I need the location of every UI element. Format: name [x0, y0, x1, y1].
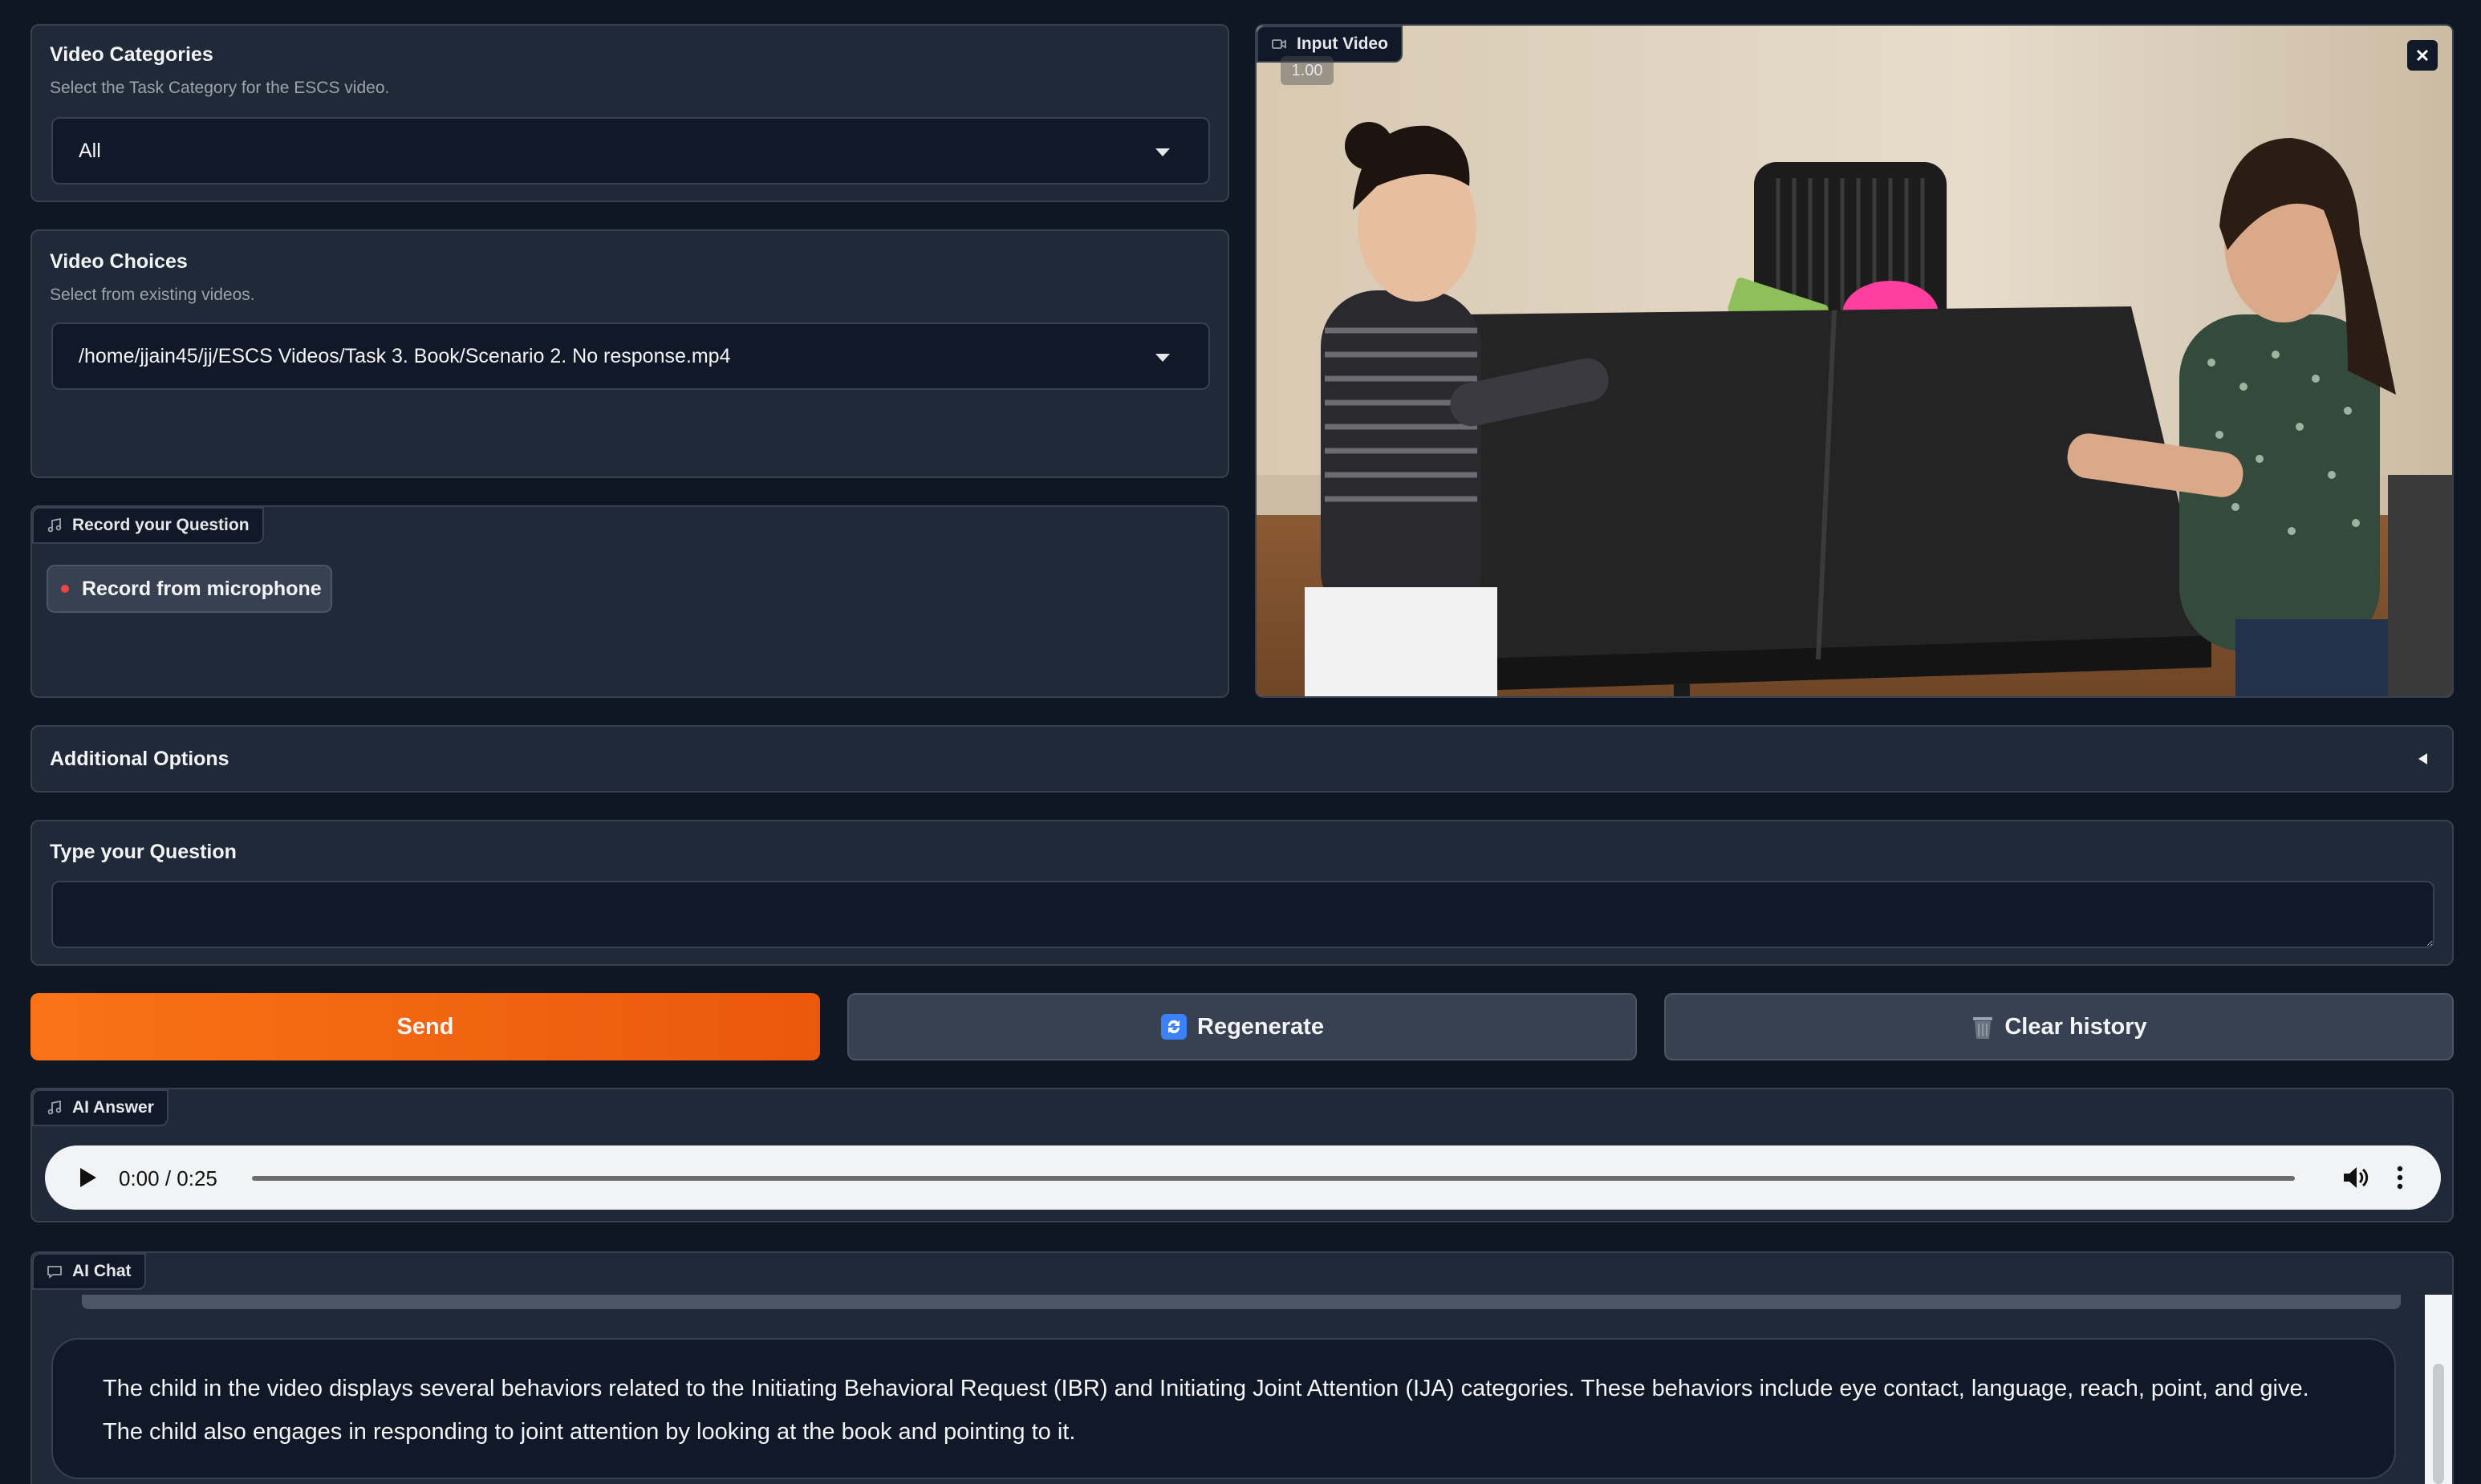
volume-icon[interactable]: [2341, 1165, 2370, 1190]
record-question-tag-label: Record your Question: [72, 516, 250, 534]
ai-answer-tag-label: AI Answer: [72, 1098, 154, 1117]
video-categories-panel: Video Categories Select the Task Categor…: [30, 24, 1229, 202]
type-question-label: Type your Question: [50, 841, 237, 863]
video-frame[interactable]: [1257, 26, 2454, 698]
video-categories-title: Video Categories: [50, 43, 213, 66]
chat-message-text: The child in the video displays several …: [103, 1376, 2309, 1445]
close-video-button[interactable]: [2407, 40, 2438, 71]
triangle-left-icon: [2418, 753, 2427, 764]
music-note-icon: [47, 1100, 62, 1115]
audio-progress-track[interactable]: [252, 1176, 2295, 1181]
video-camera-icon: [1272, 39, 1286, 49]
close-icon: [2416, 49, 2429, 62]
refresh-icon: [1161, 1014, 1188, 1040]
more-options-icon[interactable]: [2396, 1165, 2404, 1190]
regenerate-button-label: Regenerate: [1197, 1013, 1324, 1040]
audio-player: 0:00 / 0:25: [45, 1145, 2441, 1210]
ai-answer-tag: AI Answer: [32, 1089, 169, 1126]
input-video-tag-label: Input Video: [1297, 34, 1388, 53]
ai-answer-panel: AI Answer 0:00 / 0:25: [30, 1088, 2454, 1222]
send-button[interactable]: Send: [30, 993, 820, 1060]
additional-options-accordion[interactable]: Additional Options: [30, 725, 2454, 793]
playback-rate-badge[interactable]: 1.00: [1281, 56, 1334, 85]
ai-chat-panel: AI Chat The child in the video displays …: [30, 1251, 2454, 1484]
record-question-panel: Record your Question Record from microph…: [30, 505, 1229, 698]
video-categories-dropdown[interactable]: All: [51, 117, 1210, 184]
record-button-label: Record from microphone: [82, 577, 322, 600]
music-note-icon: [47, 517, 62, 533]
video-choices-subtitle: Select from existing videos.: [50, 286, 255, 304]
additional-options-label: Additional Options: [50, 748, 229, 770]
chevron-down-icon: [1155, 148, 1170, 156]
video-choices-dropdown[interactable]: /home/jjain45/jj/ESCS Videos/Task 3. Boo…: [51, 322, 1210, 390]
send-button-label: Send: [396, 1013, 454, 1040]
record-from-microphone-button[interactable]: Record from microphone: [47, 565, 332, 613]
chat-scrollbar[interactable]: [2425, 1295, 2452, 1484]
input-video-panel: Input Video 1.00: [1255, 24, 2454, 698]
video-choices-panel: Video Choices Select from existing video…: [30, 229, 1229, 478]
video-choices-selected: /home/jjain45/jj/ESCS Videos/Task 3. Boo…: [79, 344, 731, 367]
chat-bubble-icon: [47, 1266, 62, 1279]
question-input[interactable]: [51, 881, 2434, 948]
video-categories-selected: All: [79, 139, 101, 162]
clear-history-button[interactable]: Clear history: [1664, 993, 2454, 1060]
chat-message-bubble: The child in the video displays several …: [51, 1338, 2396, 1479]
chevron-down-icon: [1155, 354, 1170, 362]
ai-chat-tag: AI Chat: [32, 1253, 146, 1290]
previous-message-edge: [82, 1295, 2401, 1309]
record-dot-icon: [61, 585, 69, 593]
ai-chat-tag-label: AI Chat: [72, 1262, 132, 1280]
record-question-tag: Record your Question: [32, 507, 264, 544]
video-choices-title: Video Choices: [50, 250, 188, 273]
type-question-panel: Type your Question: [30, 820, 2454, 966]
audio-time: 0:00 / 0:25: [119, 1166, 217, 1190]
video-categories-subtitle: Select the Task Category for the ESCS vi…: [50, 79, 390, 97]
play-icon[interactable]: [77, 1166, 98, 1189]
regenerate-button[interactable]: Regenerate: [847, 993, 1637, 1060]
clear-history-button-label: Clear history: [2004, 1013, 2147, 1040]
chat-scrollbar-thumb[interactable]: [2433, 1364, 2444, 1484]
trash-icon: [1973, 1017, 1993, 1039]
